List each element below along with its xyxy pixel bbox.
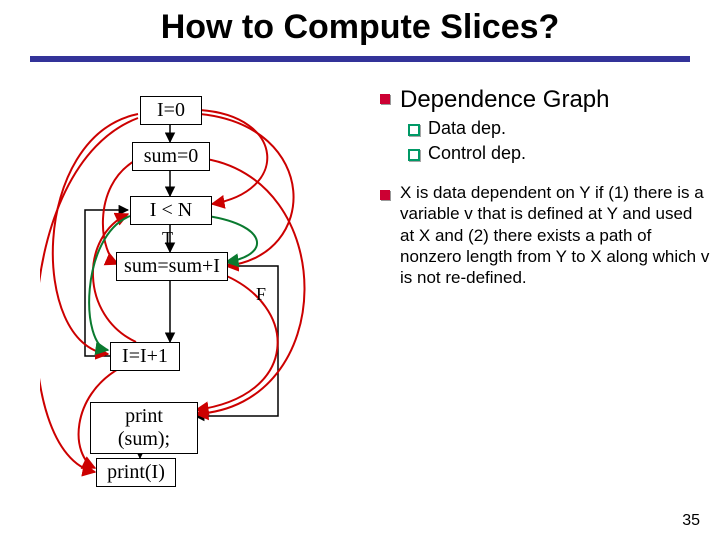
sub-text: Data dep. bbox=[428, 118, 506, 139]
bullet-dependence-graph: Dependence Graph bbox=[380, 86, 710, 114]
slide-title: How to Compute Slices? bbox=[0, 8, 720, 47]
subbullet-icon bbox=[408, 124, 420, 136]
node-sum-eq-0: sum=0 bbox=[132, 142, 210, 171]
node-print-sum: print (sum); bbox=[90, 402, 198, 454]
definition-text: X is data dependent on Y if (1) there is… bbox=[400, 182, 710, 288]
sub-text: Control dep. bbox=[428, 143, 526, 164]
bullet-definition: X is data dependent on Y if (1) there is… bbox=[380, 182, 710, 288]
title-underline bbox=[30, 56, 690, 62]
right-column: Dependence Graph Data dep. Control dep. … bbox=[380, 86, 710, 292]
bullet-icon bbox=[380, 94, 390, 104]
node-i-plus-1: I=I+1 bbox=[110, 342, 180, 371]
node-i-lt-n: I < N bbox=[130, 196, 212, 225]
label-false: F bbox=[256, 284, 266, 305]
dependence-graph-diagram: I=0 sum=0 I < N T sum=sum+I F I=I+1 prin… bbox=[40, 96, 360, 516]
node-sum-plus-i: sum=sum+I bbox=[116, 252, 228, 281]
page-number: 35 bbox=[682, 512, 700, 530]
bullet-icon bbox=[380, 190, 390, 200]
subbullet-icon bbox=[408, 149, 420, 161]
slide: How to Compute Slices? Dependence Graph … bbox=[0, 0, 720, 540]
heading-text: Dependence Graph bbox=[400, 86, 609, 114]
subbullet-data-dep: Data dep. bbox=[408, 118, 710, 139]
label-true: T bbox=[162, 228, 173, 249]
node-i-eq-0: I=0 bbox=[140, 96, 202, 125]
subbullet-control-dep: Control dep. bbox=[408, 143, 710, 164]
node-print-i: print(I) bbox=[96, 458, 176, 487]
